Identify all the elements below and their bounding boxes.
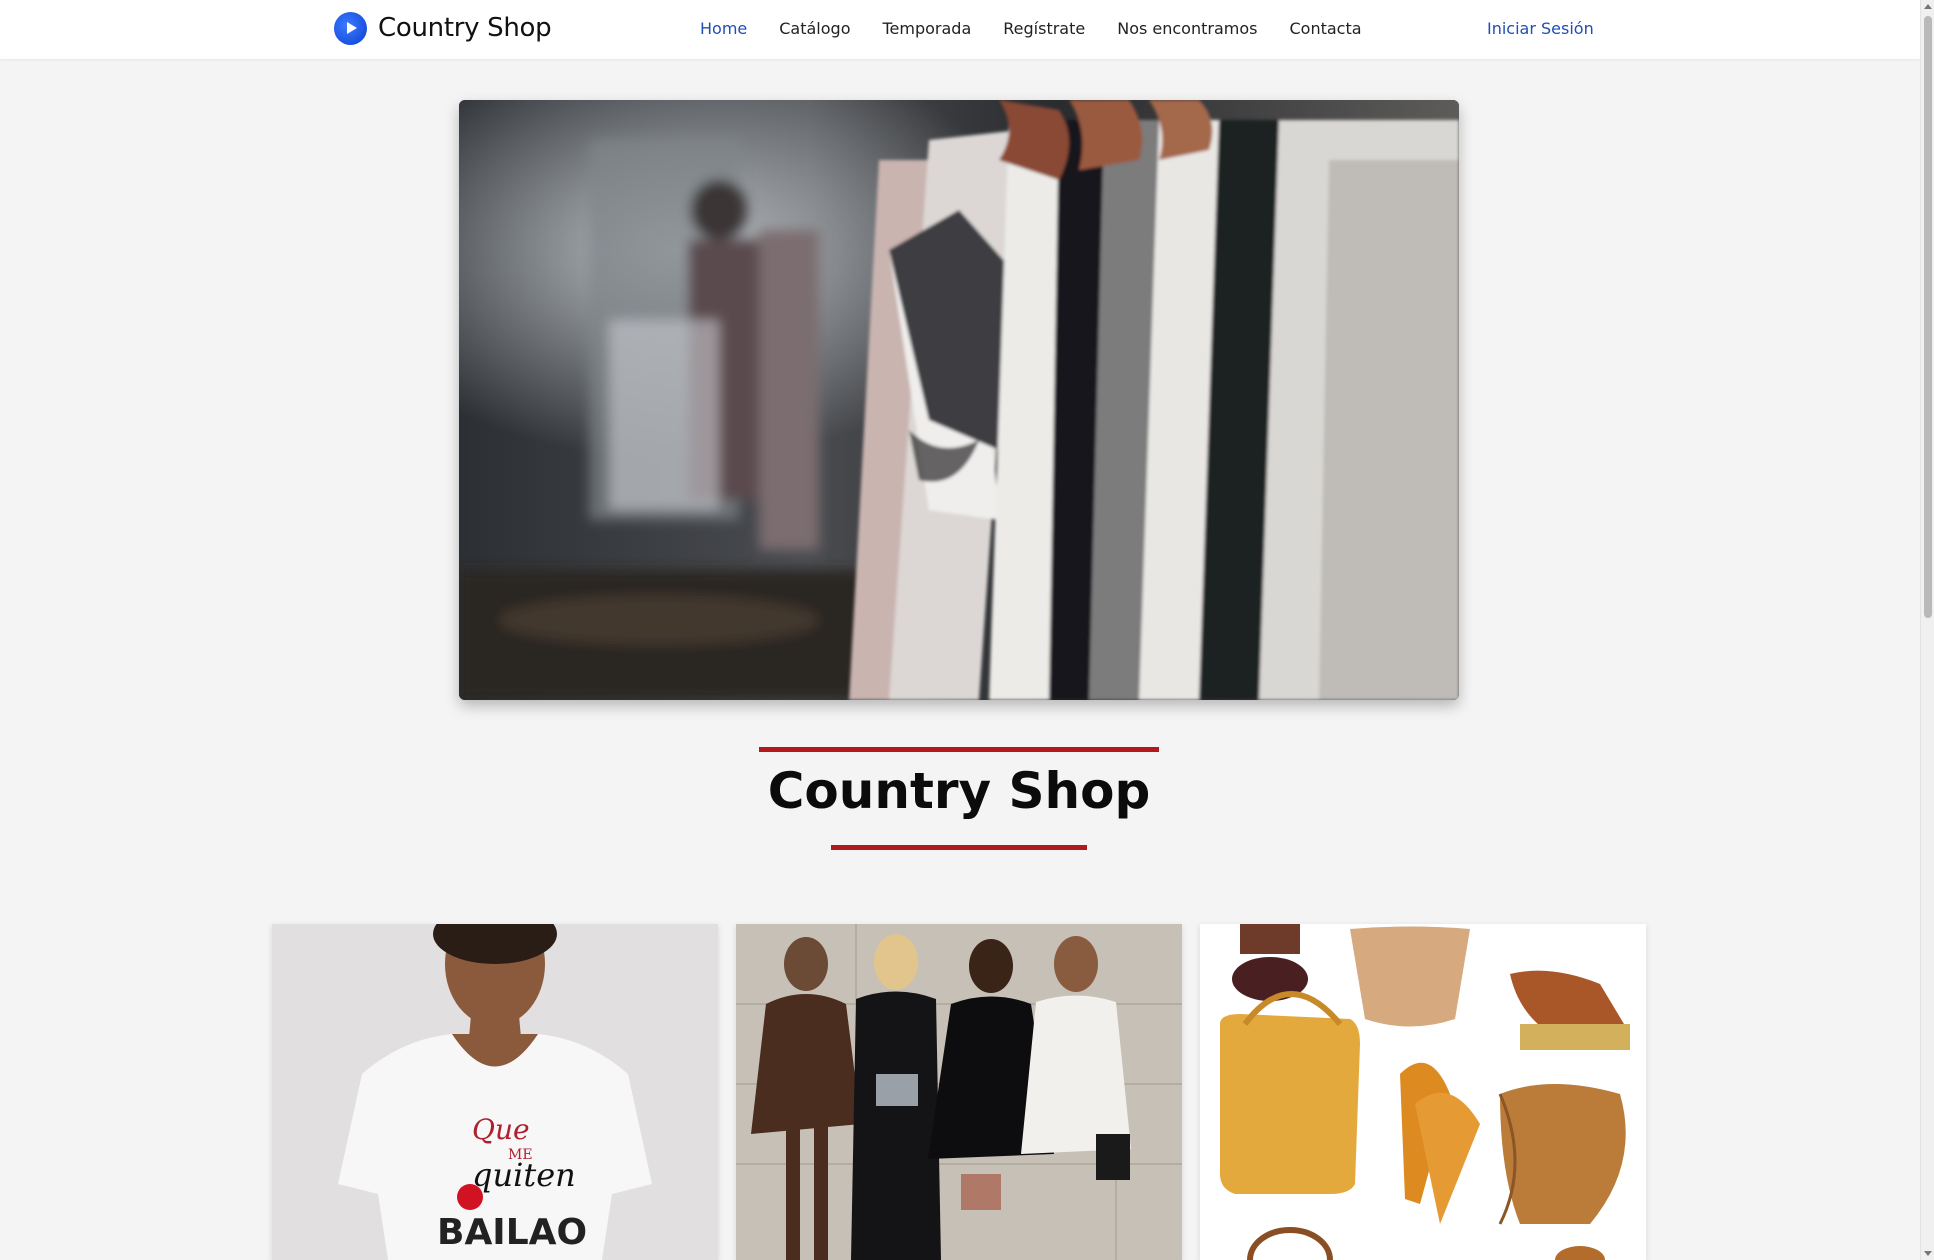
scrollbar-thumb[interactable] [1924, 16, 1932, 618]
navbar: Country Shop Home Catálogo Temporada Reg… [0, 0, 1920, 59]
play-circle-icon [334, 11, 367, 45]
title-rule-top [759, 747, 1159, 752]
product-card-accessories[interactable] [1200, 924, 1646, 1260]
nav-link-temporada[interactable]: Temporada [882, 19, 971, 38]
nav-link-registrate[interactable]: Regístrate [1003, 19, 1085, 38]
login-link[interactable]: Iniciar Sesión [1487, 19, 1594, 38]
hero-image [459, 100, 1459, 700]
svg-text:BAILAO: BAILAO [437, 1212, 587, 1253]
nav-link-contacta[interactable]: Contacta [1289, 19, 1361, 38]
accessories-image [1200, 924, 1646, 1260]
svg-text:Que: Que [472, 1113, 530, 1146]
title-rule-bottom [831, 845, 1087, 850]
main-nav: Home Catálogo Temporada Regístrate Nos e… [700, 19, 1394, 38]
street-style-image [736, 924, 1182, 1260]
page-title: Country Shop [767, 762, 1151, 820]
nav-link-catalogo[interactable]: Catálogo [779, 19, 850, 38]
product-card-street-style[interactable] [736, 924, 1182, 1260]
scroll-up-arrow-icon[interactable] [1924, 4, 1932, 9]
tshirt-image: Que ME quiten BAILAO [272, 924, 718, 1260]
scroll-down-arrow-icon[interactable] [1924, 1251, 1932, 1256]
brand-link[interactable]: Country Shop [334, 11, 552, 45]
nav-link-home[interactable]: Home [700, 19, 747, 38]
product-card-tshirt[interactable]: Que ME quiten BAILAO [272, 924, 718, 1260]
brand-name: Country Shop [378, 13, 552, 43]
vertical-scrollbar[interactable] [1920, 0, 1934, 1260]
nav-link-nos-encontramos[interactable]: Nos encontramos [1117, 19, 1257, 38]
svg-text:quiten: quiten [472, 1156, 576, 1194]
